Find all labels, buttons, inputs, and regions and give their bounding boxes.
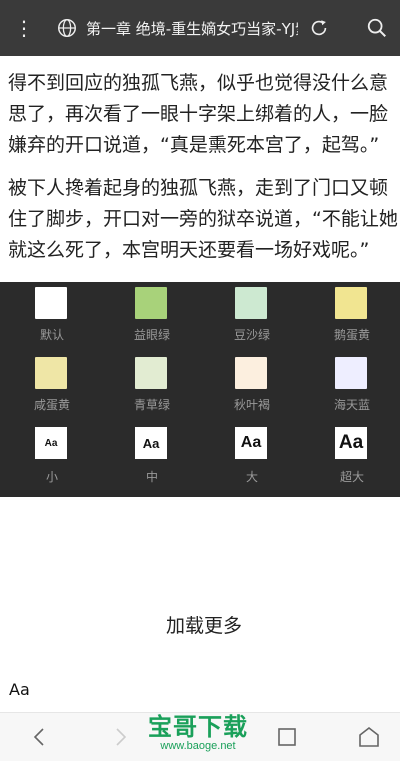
font-size-sample: Aa <box>135 427 167 459</box>
font-size-row: Aa 小 Aa 中 Aa 大 Aa 超大 <box>0 422 400 492</box>
font-size-sample: Aa <box>235 427 267 459</box>
font-size-extra-large[interactable]: Aa 超大 <box>300 422 400 492</box>
theme-label: 豆沙绿 <box>233 328 270 342</box>
watermark-url: www.baoge.net <box>160 740 236 752</box>
theme-label: 默认 <box>39 328 64 342</box>
article-content: 得不到回应的独孤飞燕，似乎也觉得没什么意思了，再次看了一眼十字架上绑着的人，一脸… <box>8 68 400 278</box>
theme-option-bean-green[interactable]: 豆沙绿 <box>200 282 300 352</box>
menu-dots-icon[interactable]: ⋮ <box>0 16 46 40</box>
reading-settings-panel: 默认 益眼绿 豆沙绿 鹅蛋黄 咸蛋黄 青草绿 秋叶褐 海天蓝 Aa 小 Aa 中… <box>0 282 400 497</box>
theme-option-goose-yellow[interactable]: 鹅蛋黄 <box>300 282 400 352</box>
theme-swatch <box>135 357 167 389</box>
theme-swatch <box>35 357 67 389</box>
theme-row: 默认 益眼绿 豆沙绿 鹅蛋黄 <box>0 282 400 352</box>
theme-swatch <box>235 357 267 389</box>
theme-option-eye-green[interactable]: 益眼绿 <box>100 282 200 352</box>
font-size-label: 大 <box>245 470 258 484</box>
theme-option-grass-green[interactable]: 青草绿 <box>100 352 200 422</box>
theme-option-default[interactable]: 默认 <box>0 282 100 352</box>
theme-label: 鹅蛋黄 <box>333 328 370 342</box>
font-size-label: 小 <box>45 470 58 484</box>
home-icon[interactable] <box>357 725 381 749</box>
theme-swatch <box>335 357 367 389</box>
theme-option-sea-blue[interactable]: 海天蓝 <box>300 352 400 422</box>
tabs-square-icon[interactable] <box>275 725 299 749</box>
theme-label: 咸蛋黄 <box>33 398 70 412</box>
theme-option-autumn-brown[interactable]: 秋叶褐 <box>200 352 300 422</box>
page-title[interactable]: 第一章 绝境-重生嫡女巧当家-YJ紫鳶 <box>86 18 298 39</box>
chevron-right-icon[interactable] <box>108 725 132 749</box>
font-toggle-text[interactable]: Aa <box>9 680 30 699</box>
search-icon[interactable] <box>366 17 388 39</box>
refresh-icon[interactable] <box>308 17 330 39</box>
theme-swatch <box>35 287 67 319</box>
font-size-medium[interactable]: Aa 中 <box>100 422 200 492</box>
font-size-label: 中 <box>145 470 158 484</box>
article-paragraph: 被下人搀着起身的独孤飞燕，走到了门口又顿住了脚步，开口对一旁的狱卒说道，“不能让… <box>8 177 398 261</box>
browser-top-bar: ⋮ 第一章 绝境-重生嫡女巧当家-YJ紫鳶 <box>0 0 400 56</box>
font-size-sample: Aa <box>35 427 67 459</box>
theme-option-egg-yellow[interactable]: 咸蛋黄 <box>0 352 100 422</box>
article-paragraph: 得不到回应的独孤飞燕，似乎也觉得没什么意思了，再次看了一眼十字架上绑着的人，一脸… <box>8 72 389 156</box>
chevron-left-icon[interactable] <box>28 725 52 749</box>
font-size-label: 超大 <box>339 470 364 484</box>
load-more-button[interactable]: 加载更多 <box>0 611 400 638</box>
theme-swatch <box>135 287 167 319</box>
watermark-title: 宝哥下载 <box>148 713 248 741</box>
font-size-sample: Aa <box>335 427 367 459</box>
theme-label: 青草绿 <box>133 398 170 412</box>
theme-row: 咸蛋黄 青草绿 秋叶褐 海天蓝 <box>0 352 400 422</box>
theme-label: 海天蓝 <box>333 398 370 412</box>
theme-swatch <box>335 287 367 319</box>
font-size-large[interactable]: Aa 大 <box>200 422 300 492</box>
theme-label: 益眼绿 <box>133 328 170 342</box>
font-size-small[interactable]: Aa 小 <box>0 422 100 492</box>
theme-label: 秋叶褐 <box>233 398 270 412</box>
site-watermark-logo: 宝哥下载 www.baoge.net <box>148 714 252 756</box>
theme-swatch <box>235 287 267 319</box>
globe-icon <box>58 19 76 37</box>
